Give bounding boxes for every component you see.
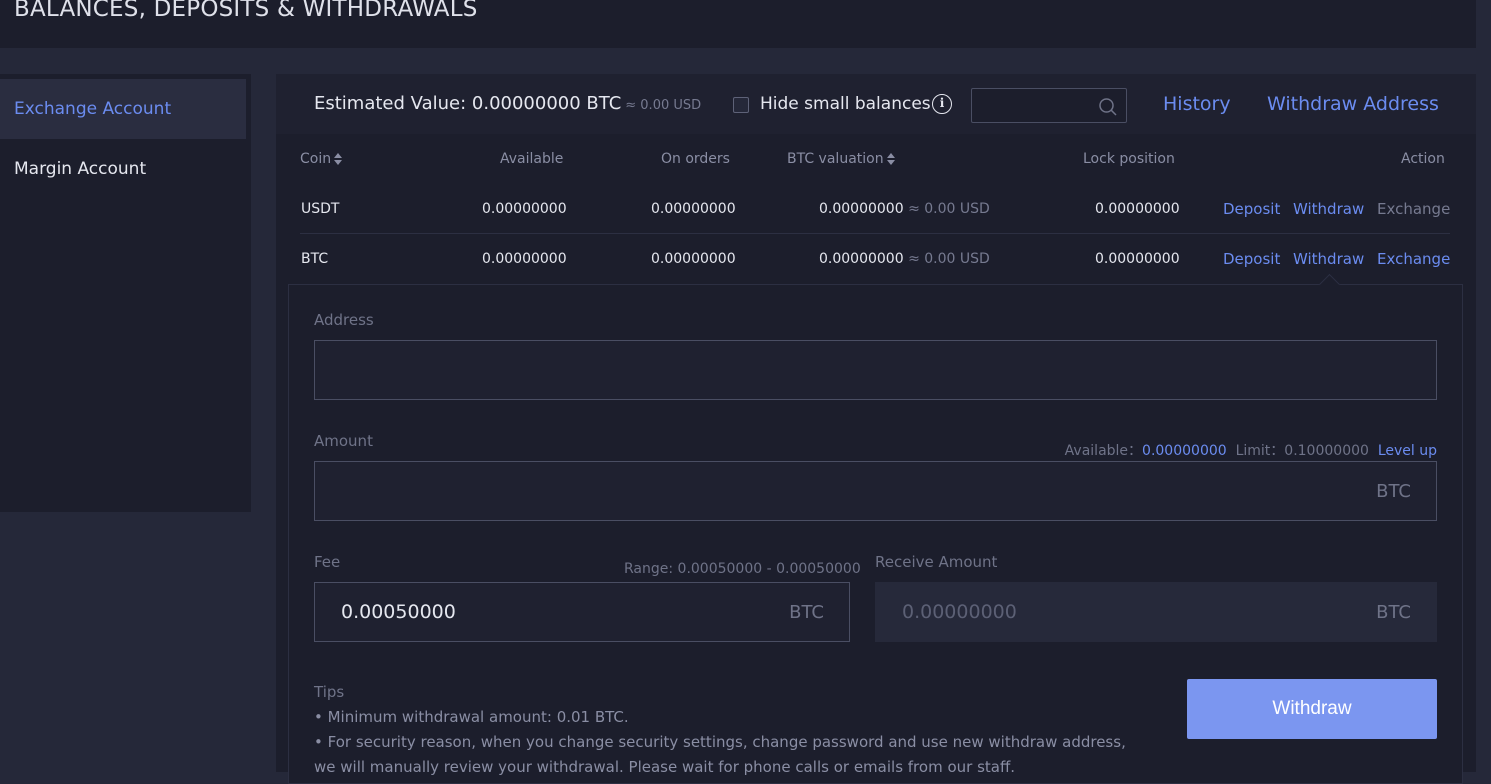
fee-input[interactable]: [315, 583, 849, 641]
page-title: BALANCES, DEPOSITS & WITHDRAWALS: [14, 0, 478, 22]
search-box[interactable]: [971, 88, 1127, 123]
btc-valuation-cell: 0.00000000 ≈ 0.00 USD: [819, 251, 990, 267]
sidebar-item-margin-account[interactable]: Margin Account: [0, 139, 246, 199]
column-label-coin: Coin: [300, 151, 332, 167]
fee-field[interactable]: BTC: [314, 582, 850, 642]
sidebar-item-exchange-account[interactable]: Exchange Account: [0, 79, 246, 139]
on-orders-cell: 0.00000000: [651, 251, 736, 267]
receive-amount-unit: BTC: [1376, 602, 1411, 623]
column-header-on-orders: On orders: [661, 151, 730, 167]
address-label: Address: [314, 311, 374, 329]
history-link[interactable]: History: [1163, 93, 1231, 115]
withdraw-link[interactable]: Withdraw: [1293, 200, 1364, 218]
amount-input[interactable]: [315, 462, 1436, 520]
lock-position-cell: 0.00000000: [1095, 251, 1180, 267]
column-header-available: Available: [500, 151, 564, 167]
column-header-action: Action: [1401, 151, 1445, 167]
estimated-btc: 0.00000000 BTC: [471, 93, 622, 114]
tip-item: we will manually review your withdrawal.…: [314, 758, 1016, 776]
available-cell: 0.00000000: [482, 201, 567, 217]
hide-small-balances-checkbox[interactable]: [733, 97, 749, 113]
receive-amount-field: BTC: [875, 582, 1437, 642]
top-bar: BALANCES, DEPOSITS & WITHDRAWALS: [0, 0, 1476, 48]
sort-icon[interactable]: [333, 151, 343, 167]
column-header-coin[interactable]: Coin: [300, 151, 343, 167]
btc-valuation-cell: 0.00000000 ≈ 0.00 USD: [819, 201, 990, 217]
amount-label: Amount: [314, 432, 373, 450]
fee-range: Range: 0.00050000 - 0.00050000: [624, 561, 861, 577]
available-value: 0.00000000: [1142, 443, 1227, 459]
level-up-link[interactable]: Level up: [1378, 443, 1437, 459]
address-input[interactable]: [315, 341, 1436, 399]
estimated-usd: ≈ 0.00 USD: [625, 98, 702, 113]
amount-field[interactable]: BTC: [314, 461, 1437, 521]
coin-cell: USDT: [301, 201, 340, 217]
fee-unit: BTC: [789, 602, 824, 623]
withdraw-link-active[interactable]: Withdraw: [1293, 250, 1364, 268]
sidebar: Exchange Account Margin Account: [0, 74, 251, 512]
amount-unit: BTC: [1376, 481, 1411, 502]
coin-cell: BTC: [301, 251, 329, 267]
available-label: Available：: [1064, 443, 1143, 459]
tip-item: • Minimum withdrawal amount: 0.01 BTC.: [314, 708, 629, 726]
row-divider: [300, 233, 1450, 234]
search-input[interactable]: [978, 93, 1100, 120]
receive-amount-input: [876, 583, 1436, 641]
hide-small-balances-label[interactable]: Hide small balances: [760, 94, 931, 114]
deposit-link[interactable]: Deposit: [1223, 250, 1280, 268]
limit-label: Limit：: [1235, 443, 1285, 459]
deposit-link[interactable]: Deposit: [1223, 200, 1280, 218]
search-icon[interactable]: [1098, 97, 1118, 117]
receive-amount-label: Receive Amount: [875, 553, 998, 571]
estimated-label: Estimated Value:: [314, 93, 467, 114]
btc-valuation-value: 0.00000000: [819, 251, 904, 267]
on-orders-cell: 0.00000000: [651, 201, 736, 217]
column-label-btc-valuation: BTC valuation: [787, 151, 884, 167]
column-header-lock-position: Lock position: [1083, 151, 1175, 167]
balances-panel: Estimated Value: 0.00000000 BTC ≈ 0.00 US…: [276, 74, 1476, 784]
btc-valuation-value: 0.00000000: [819, 201, 904, 217]
estimated-value: Estimated Value: 0.00000000 BTC ≈ 0.00 US…: [314, 93, 701, 114]
withdraw-submit-button[interactable]: Withdraw: [1187, 679, 1437, 739]
fee-label: Fee: [314, 553, 341, 571]
exchange-link[interactable]: Exchange: [1377, 200, 1450, 218]
sort-icon[interactable]: [886, 151, 896, 167]
lock-position-cell: 0.00000000: [1095, 201, 1180, 217]
available-cell: 0.00000000: [482, 251, 567, 267]
tip-item: • For security reason, when you change s…: [314, 733, 1126, 751]
limit-value: 0.10000000: [1284, 443, 1369, 459]
balances-header: Estimated Value: 0.00000000 BTC ≈ 0.00 US…: [276, 74, 1476, 134]
exchange-link[interactable]: Exchange: [1377, 250, 1450, 268]
usd-valuation-value: ≈ 0.00 USD: [908, 201, 990, 217]
amount-limits: Available：0.00000000 Limit：0.10000000 Le…: [1065, 440, 1437, 460]
withdraw-address-link[interactable]: Withdraw Address: [1267, 93, 1439, 115]
column-header-btc-valuation[interactable]: BTC valuation: [787, 151, 896, 167]
info-icon[interactable]: i: [932, 94, 952, 114]
address-field[interactable]: [314, 340, 1437, 400]
usd-valuation-value: ≈ 0.00 USD: [908, 251, 990, 267]
tips-title: Tips: [314, 683, 345, 701]
